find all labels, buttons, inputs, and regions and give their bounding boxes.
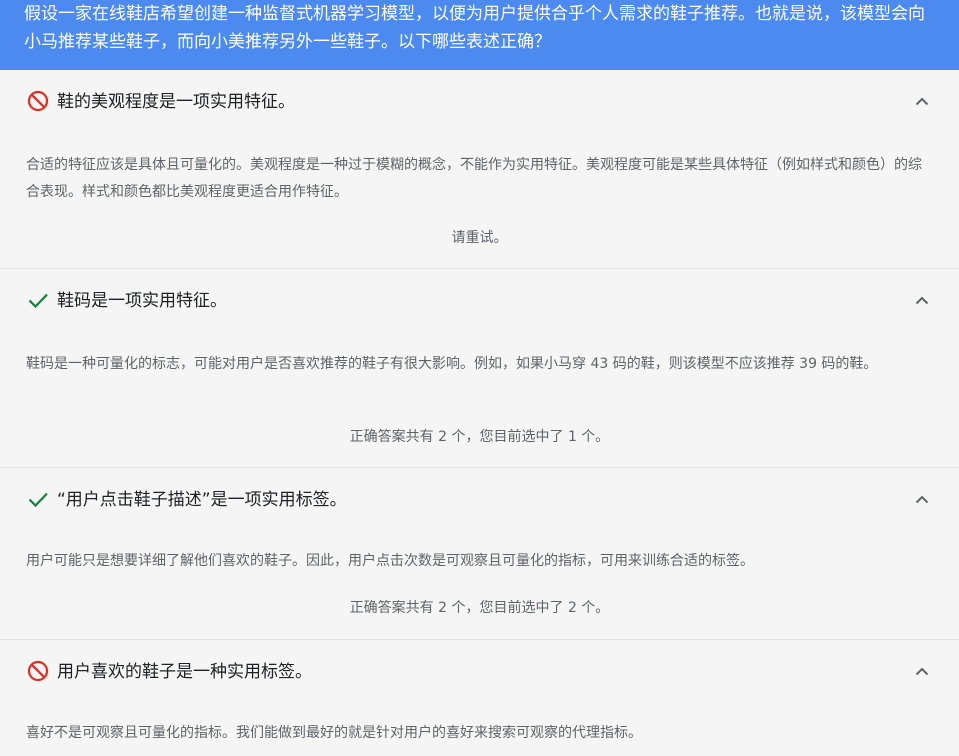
- option-feedback: 正确答案共有 2 个，您目前选中了 1 个。: [349, 429, 610, 445]
- chevron-up-icon[interactable]: [915, 494, 929, 504]
- option-explanation: 喜好不是可观察且可量化的指标。我们能做到最好的就是针对用户的喜好来搜索可观察的代…: [26, 725, 642, 741]
- checkmark-icon: [28, 293, 48, 309]
- option-title: 鞋码是一项实用特征。: [57, 291, 227, 311]
- answer-option-3[interactable]: “用户点击鞋子描述”是一项实用标签。 用户可能只是想要详细了解他们喜欢的鞋子。因…: [0, 468, 959, 640]
- question-header: 假设一家在线鞋店希望创建一种监督式机器学习模型，以便为用户提供合乎个人需求的鞋子…: [0, 0, 959, 70]
- answer-option-4[interactable]: 用户喜欢的鞋子是一种实用标签。 喜好不是可观察且可量化的指标。我们能做到最好的就…: [0, 640, 959, 756]
- option-explanation: 合适的特征应该是具体且可量化的。美观程度是一种过于模糊的概念，不能作为实用特征。…: [26, 157, 922, 200]
- answer-option-1[interactable]: 鞋的美观程度是一项实用特征。 合适的特征应该是具体且可量化的。美观程度是一种过于…: [0, 70, 959, 269]
- chevron-up-icon[interactable]: [915, 666, 929, 676]
- option-explanation: 用户可能只是想要详细了解他们喜欢的鞋子。因此，用户点击次数是可观察且可量化的指标…: [26, 553, 754, 569]
- option-title: 用户喜欢的鞋子是一种实用标签。: [57, 662, 312, 682]
- option-feedback: 正确答案共有 2 个，您目前选中了 2 个。: [349, 600, 610, 616]
- prohibited-icon: [27, 90, 49, 112]
- question-text: 假设一家在线鞋店希望创建一种监督式机器学习模型，以便为用户提供合乎个人需求的鞋子…: [24, 4, 925, 52]
- prohibited-icon: [27, 660, 49, 682]
- option-feedback: 请重试。: [451, 230, 508, 246]
- option-header[interactable]: 用户喜欢的鞋子是一种实用标签。: [0, 640, 959, 704]
- chevron-up-icon[interactable]: [915, 96, 929, 106]
- option-explanation: 鞋码是一种可量化的标志，可能对用户是否喜欢推荐的鞋子有很大影响。例如，如果小马穿…: [26, 356, 878, 372]
- option-title: “用户点击鞋子描述”是一项实用标签。: [57, 490, 347, 510]
- option-title: 鞋的美观程度是一项实用特征。: [57, 92, 295, 112]
- option-header[interactable]: “用户点击鞋子描述”是一项实用标签。: [0, 468, 959, 532]
- checkmark-icon: [28, 492, 48, 508]
- answer-option-2[interactable]: 鞋码是一项实用特征。 鞋码是一种可量化的标志，可能对用户是否喜欢推荐的鞋子有很大…: [0, 269, 959, 468]
- chevron-up-icon[interactable]: [915, 295, 929, 305]
- option-header[interactable]: 鞋的美观程度是一项实用特征。: [0, 70, 959, 134]
- option-header[interactable]: 鞋码是一项实用特征。: [0, 269, 959, 333]
